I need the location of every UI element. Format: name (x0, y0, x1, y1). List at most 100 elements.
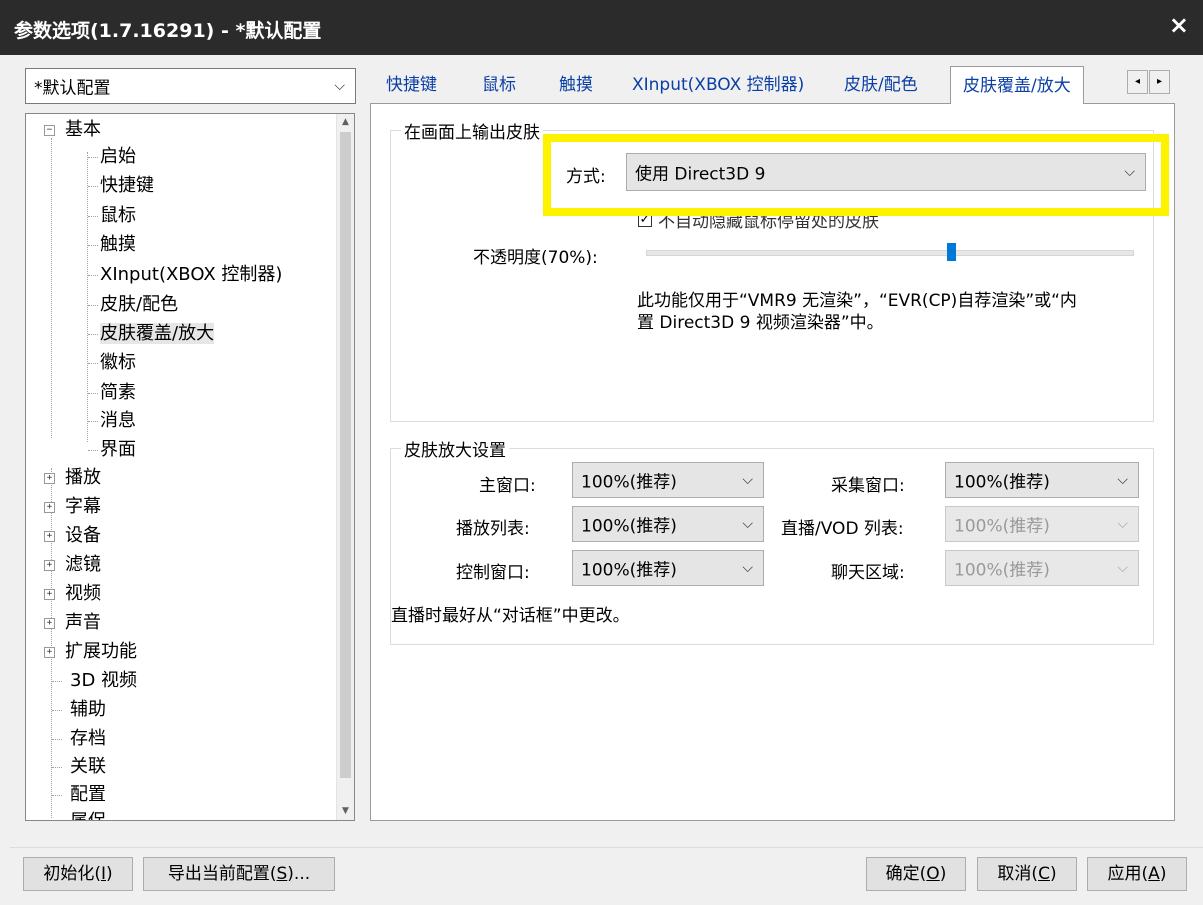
capture-window-select-value: 100%(推荐) (954, 472, 1050, 493)
apply-button[interactable]: 应用(A) (1087, 857, 1187, 891)
expand-icon[interactable]: + (44, 647, 55, 658)
ok-button[interactable]: 确定(O) (866, 857, 966, 891)
tree-item-subtitles[interactable]: + 字幕 (44, 494, 101, 520)
control-window-select-value: 100%(推荐) (581, 560, 677, 581)
zoom-group-legend: 皮肤放大设置 (401, 436, 509, 461)
tree-scrollbar[interactable]: ▲ ▼ (336, 114, 354, 820)
tree-item-3d-video[interactable]: 3D 视频 (52, 668, 137, 694)
control-window-label: 控制窗口: (456, 563, 530, 583)
expand-icon[interactable]: + (44, 473, 55, 484)
expand-icon[interactable]: + (44, 589, 55, 600)
chevron-down-icon: ⌵ (742, 516, 753, 532)
tab-scroll-right-icon[interactable]: ▸ (1149, 70, 1170, 94)
tree-connector (88, 275, 98, 276)
playlist-select[interactable]: 100%(推荐) ⌵ (572, 506, 764, 542)
tree-item-archive[interactable]: 存档 (52, 726, 106, 752)
tree-connector (88, 363, 98, 364)
scroll-down-icon[interactable]: ▼ (337, 803, 354, 820)
chevron-down-icon: ⌵ (742, 472, 753, 488)
opacity-slider-track[interactable] (646, 250, 1134, 256)
export-config-button[interactable]: 导出当前配置(S)... (143, 857, 335, 891)
collapse-icon[interactable]: − (44, 125, 55, 136)
chat-select-value: 100%(推荐) (954, 560, 1050, 581)
expand-icon[interactable]: + (44, 618, 55, 629)
tab-mouse[interactable]: 鼠标 (482, 68, 516, 102)
tree-item-startup[interactable]: 启始 (88, 144, 136, 170)
tree-connector (52, 739, 62, 740)
live-vod-select: 100%(推荐) ⌵ (945, 506, 1139, 542)
tree-item-extensions[interactable]: + 扩展功能 (44, 639, 137, 665)
expand-icon[interactable]: + (44, 502, 55, 513)
tree-item-filters[interactable]: + 滤镜 (44, 552, 101, 578)
settings-tree[interactable]: − 基本 启始 快捷键 鼠标 触摸 XInput(XBOX 控制器) 皮肤/配色… (25, 113, 355, 821)
tree-item-touch[interactable]: 触摸 (88, 232, 136, 258)
tree-item-xinput[interactable]: XInput(XBOX 控制器) (88, 262, 282, 288)
chevron-down-icon: ⌵ (1117, 472, 1128, 488)
chat-label: 聊天区域: (831, 563, 905, 583)
tab-hotkeys[interactable]: 快捷键 (386, 68, 437, 102)
tree-connector (52, 681, 62, 682)
window-frame-left (0, 55, 10, 905)
main-window-label: 主窗口: (479, 476, 536, 496)
tree-connector (88, 216, 98, 217)
tree-item-skin-overlay[interactable]: 皮肤覆盖/放大 (88, 321, 215, 347)
tree-connector (88, 245, 98, 246)
tree-connector (52, 767, 62, 768)
chat-select: 100%(推荐) ⌵ (945, 550, 1139, 586)
highlight-box (543, 134, 1169, 216)
tree-item-hotkeys[interactable]: 快捷键 (88, 173, 154, 199)
scroll-thumb[interactable] (340, 132, 351, 778)
tree-item-config[interactable]: 配置 (52, 782, 106, 808)
tree-connector (88, 334, 98, 335)
renderer-note-line1: 此功能仅用于“VMR9 无渲染”，“EVR(CP)自荐渲染”或“内 (637, 291, 1077, 311)
tree-connector (88, 393, 98, 394)
tree-item-basic[interactable]: − 基本 (44, 117, 101, 143)
chevron-down-icon: ⌵ (334, 78, 345, 94)
tree-item-cutoff[interactable]: 属保 (52, 809, 106, 820)
window-title: 参数选项(1.7.16291) - *默认配置 (14, 20, 322, 42)
opacity-slider-thumb[interactable] (947, 243, 957, 261)
tree-item-devices[interactable]: + 设备 (44, 523, 101, 549)
tree-item-video[interactable]: + 视频 (44, 581, 101, 607)
playlist-label: 播放列表: (456, 519, 530, 539)
tree-item-logo[interactable]: 徽标 (88, 350, 136, 376)
tree-item-playback[interactable]: + 播放 (44, 465, 101, 491)
chevron-down-icon: ⌵ (1117, 516, 1128, 532)
tree-item-messages[interactable]: 消息 (88, 408, 136, 434)
tab-skin-overlay[interactable]: 皮肤覆盖/放大 (950, 66, 1084, 104)
renderer-note: 此功能仅用于“VMR9 无渲染”，“EVR(CP)自荐渲染”或“内 置 Dire… (637, 290, 1077, 334)
expand-icon[interactable]: + (44, 560, 55, 571)
tab-xinput[interactable]: XInput(XBOX 控制器) (632, 68, 804, 102)
control-window-select[interactable]: 100%(推荐) ⌵ (572, 550, 764, 586)
tree-item-audio[interactable]: + 声音 (44, 610, 101, 636)
scroll-up-icon[interactable]: ▲ (337, 114, 354, 131)
bottom-separator (10, 847, 1203, 848)
tree-item-skin-color[interactable]: 皮肤/配色 (88, 292, 178, 318)
cancel-button[interactable]: 取消(C) (977, 857, 1077, 891)
init-button[interactable]: 初始化(I) (23, 857, 133, 891)
tree-connector (52, 795, 62, 796)
renderer-note-line2: 置 Direct3D 9 视频渲染器”中。 (637, 313, 884, 333)
main-window-select-value: 100%(推荐) (581, 472, 677, 493)
tree-item-mouse[interactable]: 鼠标 (88, 203, 136, 229)
chevron-down-icon: ⌵ (742, 560, 753, 576)
tree-connector (88, 157, 98, 158)
capture-window-select[interactable]: 100%(推荐) ⌵ (945, 462, 1139, 498)
live-vod-label: 直播/VOD 列表: (781, 519, 904, 539)
close-icon[interactable]: × (1169, 11, 1189, 39)
tab-scroll-left-icon[interactable]: ◂ (1127, 70, 1148, 94)
chevron-down-icon: ⌵ (1117, 560, 1128, 576)
capture-window-label: 采集窗口: (831, 476, 905, 496)
title-bar[interactable]: 参数选项(1.7.16291) - *默认配置 × (0, 0, 1203, 55)
profile-select[interactable]: *默认配置 ⌵ (25, 68, 356, 104)
tree-item-associations[interactable]: 关联 (52, 754, 106, 780)
tab-touch[interactable]: 触摸 (559, 68, 593, 102)
overlay-group-legend: 在画面上输出皮肤 (401, 118, 543, 143)
playlist-select-value: 100%(推荐) (581, 516, 677, 537)
tab-skin-color[interactable]: 皮肤/配色 (844, 68, 918, 102)
main-window-select[interactable]: 100%(推荐) ⌵ (572, 462, 764, 498)
tree-item-interface[interactable]: 界面 (88, 437, 136, 463)
tree-item-simple[interactable]: 简素 (88, 380, 136, 406)
tree-item-assist[interactable]: 辅助 (52, 697, 106, 723)
expand-icon[interactable]: + (44, 531, 55, 542)
